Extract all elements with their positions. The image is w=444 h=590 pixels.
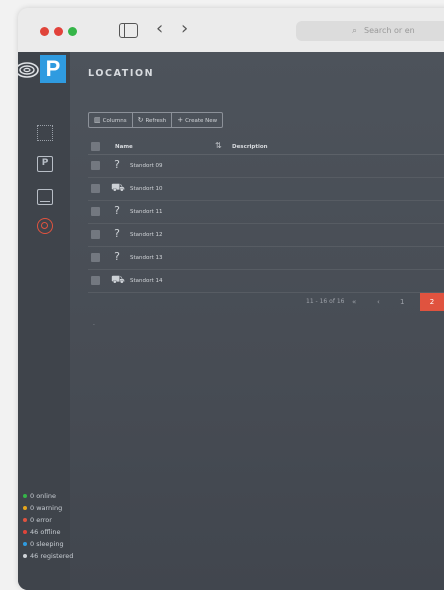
row-name[interactable]: Standort 09 — [130, 163, 163, 169]
brand-logo[interactable]: P — [40, 55, 66, 83]
row-name[interactable]: Standort 10 — [130, 186, 163, 192]
columns-icon: ▥ — [94, 116, 101, 124]
pagination-range: 11 - 16 of 16 — [306, 298, 345, 305]
column-header-name[interactable]: Name — [115, 144, 133, 150]
row-checkbox[interactable] — [91, 184, 100, 193]
refresh-button[interactable]: ↻ Refresh — [133, 113, 173, 127]
row-checkbox[interactable] — [91, 230, 100, 239]
page-2-button[interactable]: 2 — [420, 293, 444, 311]
status-error: 0 error — [23, 516, 52, 524]
separator-mark: · — [93, 322, 95, 329]
forward-icon[interactable]: › — [181, 20, 188, 38]
page-title: LOCATION — [88, 68, 155, 79]
status-online: 0 online — [23, 492, 56, 500]
location-target-icon[interactable] — [37, 218, 53, 234]
row-name[interactable]: Standort 14 — [130, 278, 163, 284]
prev-page-icon[interactable]: ‹ — [377, 293, 380, 311]
browser-titlebar: ‹ › ⌕ Search or en — [18, 8, 444, 52]
row-name[interactable]: Standort 13 — [130, 255, 163, 261]
app-content: P P 0 online 0 warning 0 error 46 offlin… — [18, 52, 444, 590]
row-checkbox[interactable] — [91, 207, 100, 216]
logo-ring-icon — [18, 62, 39, 78]
columns-button[interactable]: ▥ Columns — [89, 113, 133, 127]
status-dot-icon — [23, 530, 27, 534]
refresh-icon: ↻ — [137, 116, 144, 124]
status-dot-icon — [23, 542, 27, 546]
vehicle-icon: ⛟ — [111, 181, 125, 194]
search-icon: ⌕ — [352, 26, 358, 36]
status-registered: 46 registered — [23, 552, 73, 560]
select-all-checkbox[interactable] — [91, 142, 100, 151]
table-row[interactable]: ⛟ Standort 10 — [88, 178, 444, 201]
table-header: Name ⇅ Description — [88, 140, 444, 155]
unknown-type-icon: ? — [114, 250, 120, 263]
row-checkbox[interactable] — [91, 253, 100, 262]
sidebar: P P 0 online 0 warning 0 error 46 offlin… — [18, 52, 73, 590]
dashboard-grid-icon[interactable] — [37, 125, 53, 141]
unknown-type-icon: ? — [114, 227, 120, 240]
table-row[interactable]: ? Standort 09 — [88, 155, 444, 178]
create-new-button[interactable]: + Create New — [172, 113, 222, 127]
row-name[interactable]: Standort 12 — [130, 232, 163, 238]
sort-icon[interactable]: ⇅ — [215, 141, 222, 150]
zoom-window-button[interactable] — [68, 27, 77, 36]
table-row[interactable]: ⛟ Standort 14 — [88, 270, 444, 293]
column-header-description[interactable]: Description — [232, 144, 268, 150]
status-warning: 0 warning — [23, 504, 62, 512]
sidebar-toggle-icon[interactable] — [119, 23, 138, 38]
minimize-window-button[interactable] — [54, 27, 63, 36]
page-1-button[interactable]: 1 — [400, 293, 404, 311]
parking-icon[interactable]: P — [37, 156, 53, 172]
table-row[interactable]: ? Standort 12 — [88, 224, 444, 247]
plus-icon: + — [177, 116, 184, 124]
row-name[interactable]: Standort 11 — [130, 209, 163, 215]
row-checkbox[interactable] — [91, 276, 100, 285]
table-row[interactable]: ? Standort 13 — [88, 247, 444, 270]
table-toolbar: ▥ Columns ↻ Refresh + Create New — [88, 112, 224, 128]
status-dot-icon — [23, 518, 27, 522]
status-dot-icon — [23, 494, 27, 498]
status-dot-icon — [23, 554, 27, 558]
location-table: Name ⇅ Description ? Standort 09 ⛟ Stand… — [88, 140, 444, 293]
first-page-icon[interactable]: « — [352, 293, 356, 311]
status-offline: 46 offline — [23, 528, 61, 536]
status-sleeping: 0 sleeping — [23, 540, 64, 548]
status-dot-icon — [23, 506, 27, 510]
table-row[interactable]: ? Standort 11 — [88, 201, 444, 224]
search-input[interactable]: ⌕ Search or en — [296, 21, 444, 41]
search-placeholder: Search or en — [364, 26, 415, 35]
tablet-icon[interactable] — [37, 189, 53, 205]
vehicle-icon: ⛟ — [111, 273, 125, 286]
close-window-button[interactable] — [40, 27, 49, 36]
unknown-type-icon: ? — [114, 204, 120, 217]
back-icon[interactable]: ‹ — [156, 20, 163, 38]
browser-window: ‹ › ⌕ Search or en P P 0 online 0 warnin… — [18, 8, 444, 590]
row-checkbox[interactable] — [91, 161, 100, 170]
unknown-type-icon: ? — [114, 158, 120, 171]
